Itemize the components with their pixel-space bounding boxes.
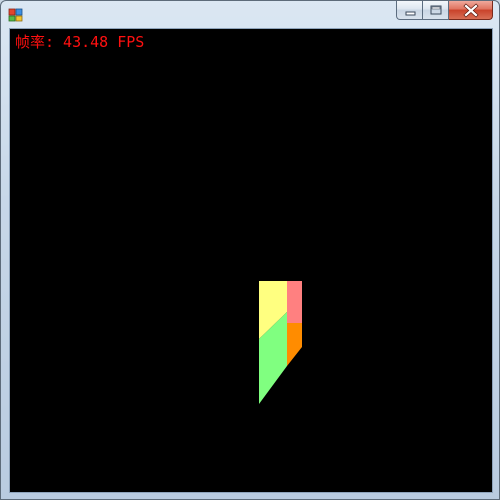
prism-face-bottom-right (287, 323, 302, 366)
render-canvas[interactable]: 帧率: 43.48 FPS (9, 28, 493, 493)
close-button[interactable] (449, 1, 493, 20)
app-window: 帧率: 43.48 FPS (0, 0, 500, 500)
rendered-scene (259, 281, 302, 404)
close-icon (463, 3, 479, 18)
caption-buttons (396, 1, 493, 21)
maximize-button[interactable] (423, 1, 449, 20)
title-bar[interactable] (1, 1, 499, 27)
maximize-icon (430, 5, 442, 15)
app-window-icon[interactable] (8, 6, 24, 22)
minimize-icon (405, 11, 416, 16)
minimize-button[interactable] (396, 1, 423, 20)
fps-counter: 帧率: 43.48 FPS (15, 33, 145, 51)
